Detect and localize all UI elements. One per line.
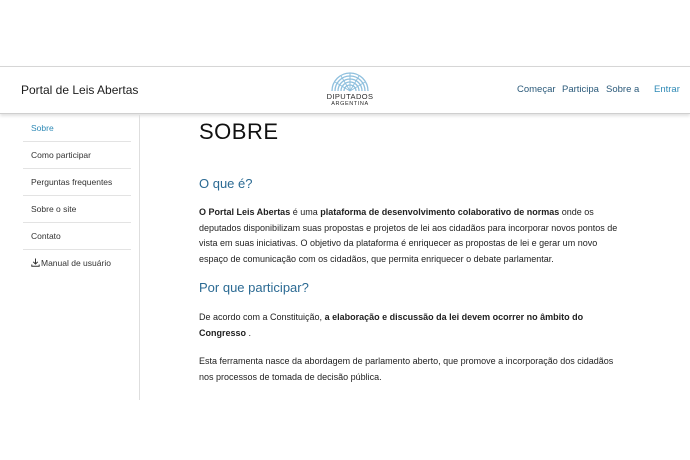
section-heading-o-que-e: O que é? [199, 176, 253, 191]
section-heading-por-que-participar: Por que participar? [199, 280, 309, 295]
open-parliament-paragraph: Esta ferramenta nasce da abordagem de pa… [199, 356, 614, 382]
nav-sobre[interactable]: Sobre a [606, 84, 639, 95]
sidebar-item-sobre[interactable]: Sobre [23, 115, 131, 142]
congress-emblem-icon [331, 72, 369, 92]
bold-text: O Portal Leis Abertas [199, 207, 291, 217]
top-navbar: Portal de Leis Abertas DIPUTADOS ARGENTI… [0, 66, 690, 114]
constitution-paragraph: De acordo com a Constituição, a elaboraç… [199, 310, 619, 341]
sidebar-divider [139, 115, 140, 400]
sidebar-menu: Sobre Como participar Perguntas frequent… [23, 115, 131, 277]
logo-country: ARGENTINA [331, 101, 369, 107]
page-title: SOBRE [199, 119, 279, 144]
sidebar-item-perguntas-frequentes[interactable]: Perguntas frequentes [23, 169, 131, 196]
text: De acordo com a Constituição, [199, 312, 325, 322]
sidebar-item-sobre-o-site[interactable]: Sobre o site [23, 196, 131, 223]
text: é uma [290, 207, 321, 217]
sidebar-item-contato[interactable]: Contato [23, 223, 131, 250]
nav-entrar-link[interactable]: Entrar [654, 84, 680, 95]
sidebar-item-label: Manual de usuário [41, 258, 111, 268]
sidebar-item-como-participar[interactable]: Como participar [23, 142, 131, 169]
text: . [246, 327, 252, 338]
nav-comecar[interactable]: Começar [517, 84, 556, 95]
bold-text: plataforma de desenvolvimento colaborati… [320, 207, 560, 217]
intro-paragraph: O Portal Leis Abertas é uma plataforma d… [199, 205, 619, 267]
sidebar-item-manual[interactable]: Manual de usuário [23, 250, 131, 277]
logo-name: DIPUTADOS [326, 92, 374, 101]
diputados-logo[interactable]: DIPUTADOS ARGENTINA [322, 70, 378, 114]
nav-participa[interactable]: Participa [562, 84, 599, 95]
site-title[interactable]: Portal de Leis Abertas [21, 83, 138, 97]
download-icon [31, 258, 40, 267]
main-content: SOBRE O que é? O Portal Leis Abertas é u… [199, 116, 619, 385]
